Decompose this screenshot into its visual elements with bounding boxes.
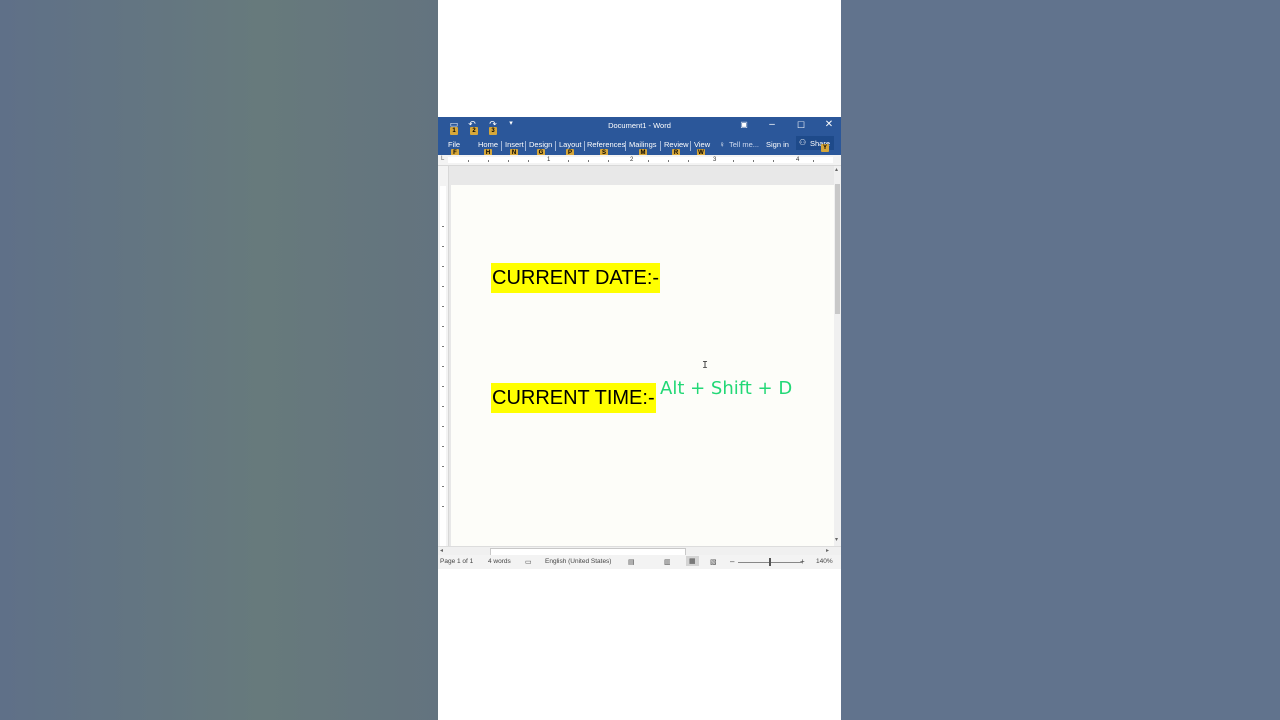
document-page[interactable]: CURRENT DATE:- CURRENT TIME:-: [451, 185, 834, 546]
tab-references[interactable]: References: [587, 140, 625, 149]
ribbon-tabs: File F Home H Insert N Design G Layout P…: [438, 136, 841, 157]
tab-mailings[interactable]: Mailings: [629, 140, 657, 149]
ruler-tick: [508, 160, 509, 162]
document-canvas: CURRENT DATE:- CURRENT TIME:- I Alt + Sh…: [438, 166, 841, 546]
ruler-number: 1: [547, 157, 551, 163]
ruler-tick: [733, 160, 734, 162]
zoom-out-icon[interactable]: –: [730, 557, 734, 566]
current-time-label: CURRENT TIME:-: [491, 383, 656, 413]
tab-separator: [525, 141, 526, 151]
word-window: ▭ 1 ↶ 2 ↷ 3 ▾ Document1 - Word ▣ – ☐ ✕ F…: [438, 117, 841, 569]
page-count[interactable]: Page 1 of 1: [440, 558, 473, 565]
status-bar: Page 1 of 1 4 words ▭ English (United St…: [438, 555, 841, 569]
sign-in-link[interactable]: Sign in: [766, 140, 789, 149]
read-mode-icon[interactable]: ▥: [664, 558, 671, 566]
tell-me-search[interactable]: Tell me...: [729, 140, 759, 149]
horizontal-ruler[interactable]: L 1 2 3 4: [438, 155, 841, 166]
minimize-icon[interactable]: –: [763, 118, 781, 132]
vertical-ruler[interactable]: [438, 166, 449, 546]
share-button[interactable]: ⚇ Share Y: [796, 136, 834, 152]
ruler-tick: [442, 446, 444, 447]
ruler-tick: [468, 160, 469, 162]
tab-file[interactable]: File: [448, 140, 460, 149]
tab-separator: [690, 141, 691, 151]
close-icon[interactable]: ✕: [820, 118, 838, 132]
ruler-number: 2: [630, 157, 634, 163]
video-frame: ▭ 1 ↶ 2 ↷ 3 ▾ Document1 - Word ▣ – ☐ ✕ F…: [438, 0, 841, 720]
ruler-number: 4: [796, 157, 800, 163]
tab-separator: [660, 141, 661, 151]
blurred-background-left: [0, 0, 438, 720]
ruler-track: 1 2 3 4: [448, 157, 833, 163]
tab-view[interactable]: View: [694, 140, 710, 149]
ruler-tick: [442, 246, 444, 247]
tab-insert[interactable]: Insert: [505, 140, 524, 149]
tab-layout[interactable]: Layout: [559, 140, 582, 149]
ruler-tick: [442, 346, 444, 347]
ruler-tick: [442, 366, 444, 367]
ruler-tick: [442, 506, 444, 507]
ruler-tick: [488, 160, 489, 162]
scroll-left-icon[interactable]: ◂: [440, 547, 443, 554]
tab-separator: [555, 141, 556, 151]
zoom-level[interactable]: 140%: [816, 558, 833, 565]
word-count[interactable]: 4 words: [488, 558, 511, 565]
ruler-tick: [753, 160, 754, 162]
ruler-tick: [442, 226, 444, 227]
ruler-tick: [568, 160, 569, 162]
web-layout-icon[interactable]: ▧: [710, 558, 717, 566]
ruler-tick: [668, 160, 669, 162]
scroll-up-icon[interactable]: ▴: [835, 166, 838, 173]
ruler-tick: [773, 160, 774, 162]
ruler-tick: [442, 326, 444, 327]
ruler-number: 3: [713, 157, 717, 163]
current-date-label: CURRENT DATE:-: [491, 263, 661, 293]
tab-separator: [584, 141, 585, 151]
text-cursor-icon: I: [702, 360, 709, 371]
tab-selector-icon[interactable]: L: [441, 156, 444, 162]
proofing-icon[interactable]: ▭: [525, 558, 532, 566]
ribbon-display-options-icon[interactable]: ▣: [735, 118, 753, 132]
vertical-scrollbar[interactable]: ▴ ▾: [834, 166, 841, 546]
ruler-tick: [608, 160, 609, 162]
keytip-share: Y: [821, 144, 829, 152]
tab-separator: [501, 141, 502, 151]
lightbulb-icon: ♀: [719, 140, 725, 149]
ruler-tick: [588, 160, 589, 162]
title-bar: ▭ 1 ↶ 2 ↷ 3 ▾ Document1 - Word ▣ – ☐ ✕: [438, 117, 841, 137]
ruler-tick: [442, 386, 444, 387]
language-indicator[interactable]: English (United States): [545, 558, 611, 565]
shortcut-hint: Alt + Shift + D: [660, 378, 793, 399]
tab-review[interactable]: Review: [664, 140, 689, 149]
person-icon: ⚇: [799, 138, 807, 147]
zoom-slider-thumb[interactable]: [769, 558, 771, 566]
ruler-tick: [442, 466, 444, 467]
scroll-down-icon[interactable]: ▾: [835, 536, 838, 543]
zoom-in-icon[interactable]: +: [800, 557, 805, 566]
tab-design[interactable]: Design: [529, 140, 552, 149]
ruler-tick: [442, 486, 444, 487]
vertical-scroll-thumb[interactable]: [835, 184, 840, 314]
ruler-tick: [442, 286, 444, 287]
tab-home[interactable]: Home: [478, 140, 498, 149]
maximize-icon[interactable]: ☐: [792, 118, 810, 132]
print-layout-icon[interactable]: ▦: [686, 556, 699, 566]
macro-icon[interactable]: ▤: [628, 558, 635, 566]
ruler-tick: [442, 426, 444, 427]
blurred-background-right: [841, 0, 1280, 720]
ruler-tick: [528, 160, 529, 162]
ruler-tick: [688, 160, 689, 162]
ruler-tick: [442, 266, 444, 267]
scroll-right-icon[interactable]: ▸: [826, 547, 829, 554]
ruler-tick: [442, 306, 444, 307]
ruler-tick: [813, 160, 814, 162]
ruler-tick: [648, 160, 649, 162]
ruler-tick: [442, 406, 444, 407]
tab-separator: [625, 141, 626, 151]
